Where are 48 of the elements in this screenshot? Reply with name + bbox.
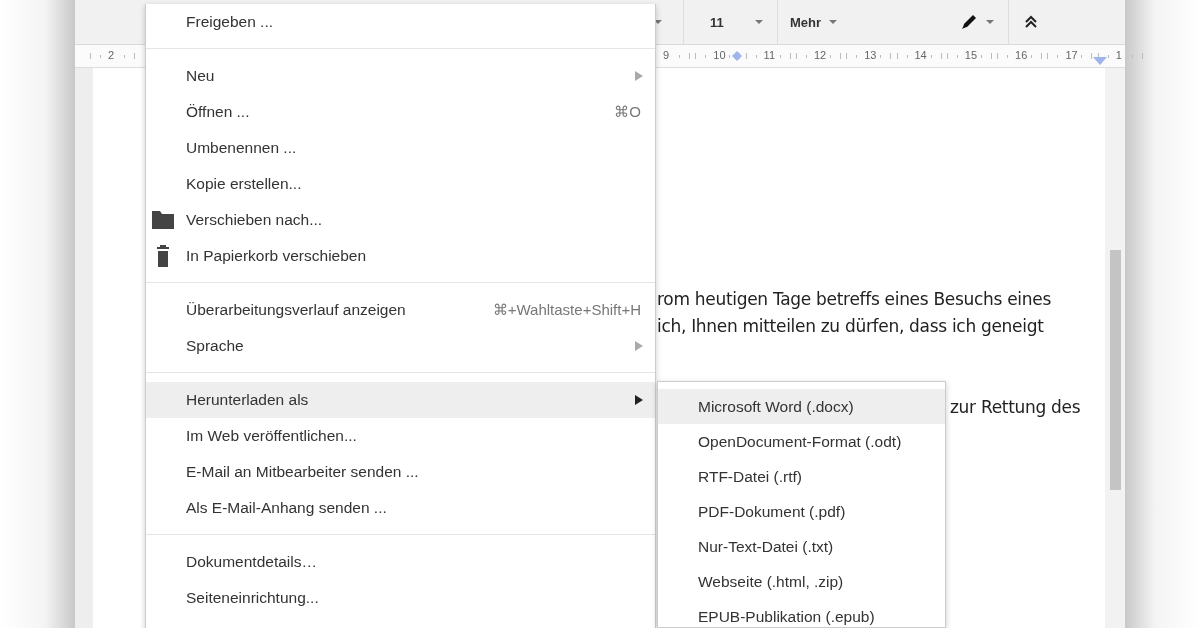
menu-item[interactable]: Neu [146,58,655,94]
ruler-number: 14 [914,49,927,61]
caret-icon [986,20,994,24]
caret-icon [829,20,838,24]
menu-item[interactable]: EPUB-Publikation (.epub) [658,599,945,627]
more-dropdown[interactable]: Mehr [778,0,838,44]
folder-icon [152,209,174,229]
indent-marker-icon [1093,57,1107,65]
caret-icon [654,20,662,24]
menu-item[interactable]: PDF-Dokument (.pdf) [658,494,945,529]
menu-item[interactable]: Webseite (.html, .zip) [658,564,945,599]
menu-item[interactable]: Verschieben nach... [146,202,655,238]
document-text: ich, Ihnen mitteilen zu dürfen, dass ich geneigt [657,316,1044,336]
menu-item[interactable]: E-Mail an Mitbearbeiter senden ... [146,454,655,490]
ruler-number: 13 [864,49,877,61]
double-chevron-up-icon [1024,15,1038,29]
menu-item[interactable]: Freigeben ... [146,4,655,40]
menu-item[interactable]: In Papierkorb verschieben [146,238,655,274]
menu-item[interactable]: Öffnen ... ⌘O [146,94,655,130]
ruler-number: 15 [964,49,978,61]
ruler-number: 12 [813,49,827,61]
menu-item[interactable]: Dokumentdetails… [146,544,655,580]
scrollbar-thumb[interactable] [1109,250,1121,490]
font-size-dropdown[interactable]: 11 [684,0,777,44]
menu-item[interactable]: OpenDocument-Format (.odt) [658,424,945,459]
ruler-number: 1 [1115,49,1122,61]
menu-item[interactable]: Im Web veröffentlichen... [146,418,655,454]
indent-marker-icon [732,51,742,61]
menu-item[interactable]: Nur-Text-Datei (.txt) [658,529,945,564]
ruler-number: 2 [108,49,115,61]
caret-icon [755,20,763,24]
ruler-number: 17 [1065,49,1078,61]
ruler-number: 16 [1015,49,1028,61]
menu-item[interactable]: Kopie erstellen... [146,166,655,202]
ruler-number: 11 [763,49,775,61]
menu-item[interactable]: Herunterladen als [146,382,655,418]
ruler-number: 9 [663,49,670,61]
ruler-number: 10 [713,49,726,61]
menu-item[interactable]: Überarbeitungsverlauf anzeigen ⌘+Wahltaste+Shift+H [146,292,655,328]
document-text: zur Rettung des [950,397,1081,417]
menu-item[interactable]: Umbenennen ... [146,130,655,166]
menu-item[interactable]: Microsoft Word (.docx) [658,389,945,424]
document-text: rom heutigen Tage betreffs eines Besuchs eines [657,289,1051,309]
menu-item[interactable]: RTF-Datei (.rtf) [658,459,945,494]
menu-item[interactable]: Sprache [146,328,655,364]
menu-item[interactable]: Seiteneinrichtung... [146,580,655,616]
menu-item[interactable]: Als E-Mail-Anhang senden ... [146,490,655,526]
pencil-icon [960,13,978,31]
